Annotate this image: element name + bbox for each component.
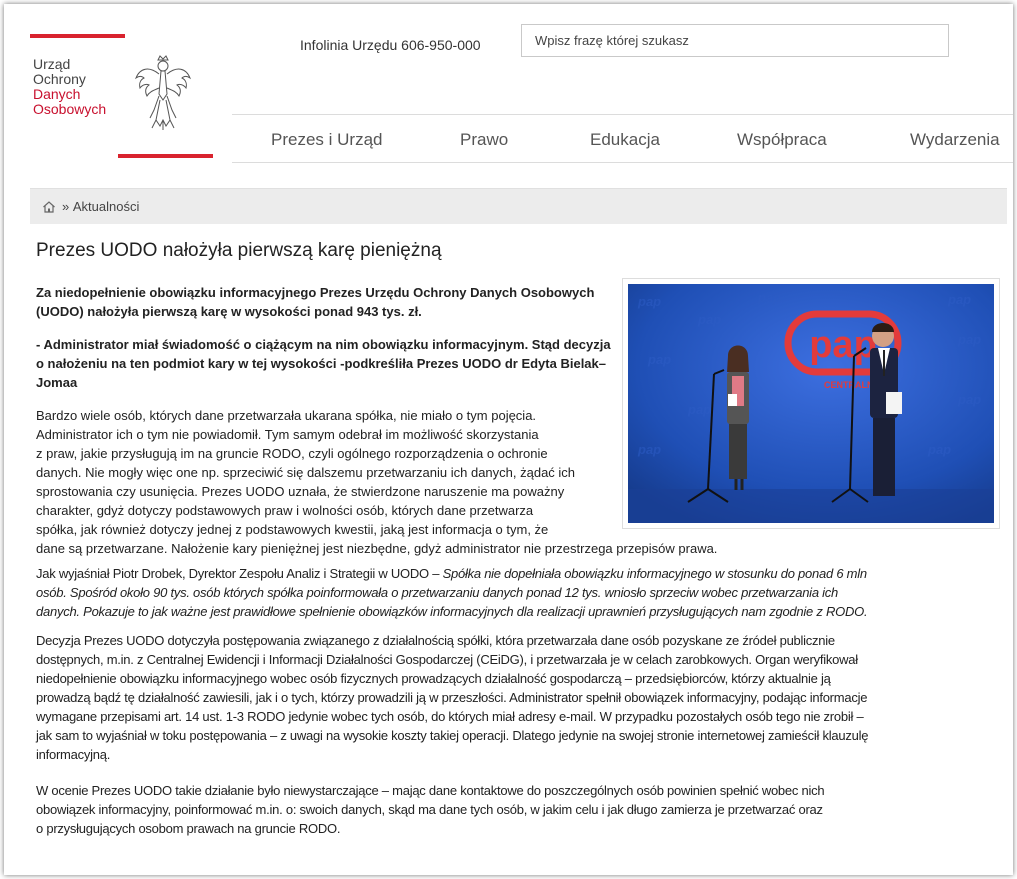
logo-line-1: Urząd (33, 56, 71, 72)
svg-text:pap: pap (757, 290, 781, 305)
p1-line: Administrator ich o tym nie powiadomił. … (36, 427, 539, 442)
nav-item-prezes-i-urzad[interactable]: Prezes i Urząd (271, 130, 382, 150)
article-paragraph-3: Decyzja Prezes UODO dotyczyła postępowan… (36, 631, 868, 764)
logo-line-3: Danych (33, 86, 81, 102)
p4-line: obowiązek informacyjny, poinformować m.i… (36, 802, 823, 817)
article-title: Prezes UODO nałożyła pierwszą karę pieni… (36, 240, 442, 261)
eagle-emblem-icon[interactable] (134, 54, 192, 132)
nav-divider-top (232, 114, 1013, 115)
svg-text:pap: pap (957, 392, 981, 407)
home-icon[interactable] (42, 200, 56, 214)
logo-line-4: Osobowych (33, 101, 107, 117)
nav-item-wydarzenia[interactable]: Wydarzenia (910, 130, 1000, 150)
svg-text:pap: pap (927, 442, 951, 457)
logo-top-bar (30, 34, 125, 38)
p3-line: informacyjną. (36, 747, 111, 762)
hotline-text: Infolinia Urzędu 606-950-000 (300, 37, 481, 53)
article-quote: - Administrator miał świadomość o ciążąc… (36, 337, 611, 390)
p1-line: Bardzo wiele osób, których dane przetwar… (36, 408, 537, 423)
logo-bottom-bar (118, 154, 213, 158)
p1-line: dane są przetwarzane. Nałożenie kary pie… (36, 541, 718, 556)
p1-line: charakter, gdyż dotyczy podstawowych pra… (36, 503, 534, 518)
p2-quote-line: Spółka nie dopełniała obowiązku informac… (442, 566, 868, 581)
p2-quote-line: osób. Spośród około 90 tys. osób których… (36, 585, 839, 600)
p2-quote-line: danych. Pokazuje to jak ważne jest prawi… (36, 604, 868, 619)
article-paragraph-1: Bardzo wiele osób, których dane przetwar… (36, 406, 717, 558)
article-paragraph-4: W ocenie Prezes UODO takie działanie był… (36, 781, 825, 838)
nav-item-prawo[interactable]: Prawo (460, 130, 508, 150)
p2-intro: Jak wyjaśniał Piotr Drobek, Dyrektor Zes… (36, 566, 443, 581)
breadcrumb: » Aktualności (30, 188, 1007, 224)
nav-item-wspolpraca[interactable]: Współpraca (737, 130, 827, 150)
nav-divider-bottom (232, 162, 1013, 163)
p3-line: Decyzja Prezes UODO dotyczyła postępowan… (36, 633, 835, 648)
article-lead: Za niedopełnienie obowiązku informacyjne… (36, 285, 595, 319)
svg-text:pap: pap (647, 352, 671, 367)
search-input[interactable] (521, 24, 949, 57)
p4-line: o przysługujących osobom prawach na grun… (36, 821, 341, 836)
p4-line: W ocenie Prezes UODO takie działanie był… (36, 783, 825, 798)
nav-item-edukacja[interactable]: Edukacja (590, 130, 660, 150)
breadcrumb-separator: » (62, 199, 70, 214)
p1-line: danych. Nie mogły więc one np. sprzeciwi… (36, 465, 576, 480)
logo-text[interactable]: Urząd Ochrony Danych Osobowych (33, 57, 106, 117)
p3-line: prowadzą bądź tę działalność zawiesili, … (36, 690, 868, 705)
p3-line: dostępnych, m.in. z Centralnej Ewidencji… (36, 652, 858, 667)
article-paragraph-2: Jak wyjaśniał Piotr Drobek, Dyrektor Zes… (36, 564, 868, 621)
svg-text:pap: pap (947, 292, 971, 307)
p1-line: z praw, jakie przysługują im na gruncie … (36, 446, 548, 461)
svg-text:pap: pap (637, 294, 661, 309)
p3-line: niedopełnienie obowiązku informacyjnego … (36, 671, 831, 686)
page-frame: Urząd Ochrony Danych Osobowych Infolinia… (4, 4, 1013, 875)
svg-text:pap: pap (957, 332, 981, 347)
sign-text: pap (809, 324, 877, 366)
p1-line: spółka, jak również dotyczy jednej z pod… (36, 522, 549, 537)
p3-line: wymagane przepisami art. 14 ust. 1-3 ROD… (36, 709, 864, 724)
svg-text:pap: pap (697, 312, 721, 327)
p3-line: jak sam to wyjaśniał w toku postępowania… (36, 728, 869, 743)
p1-line: sprostowania czy usunięcia. Prezes UODO … (36, 484, 565, 499)
logo-line-2: Ochrony (33, 71, 86, 87)
breadcrumb-current[interactable]: Aktualności (73, 199, 139, 214)
